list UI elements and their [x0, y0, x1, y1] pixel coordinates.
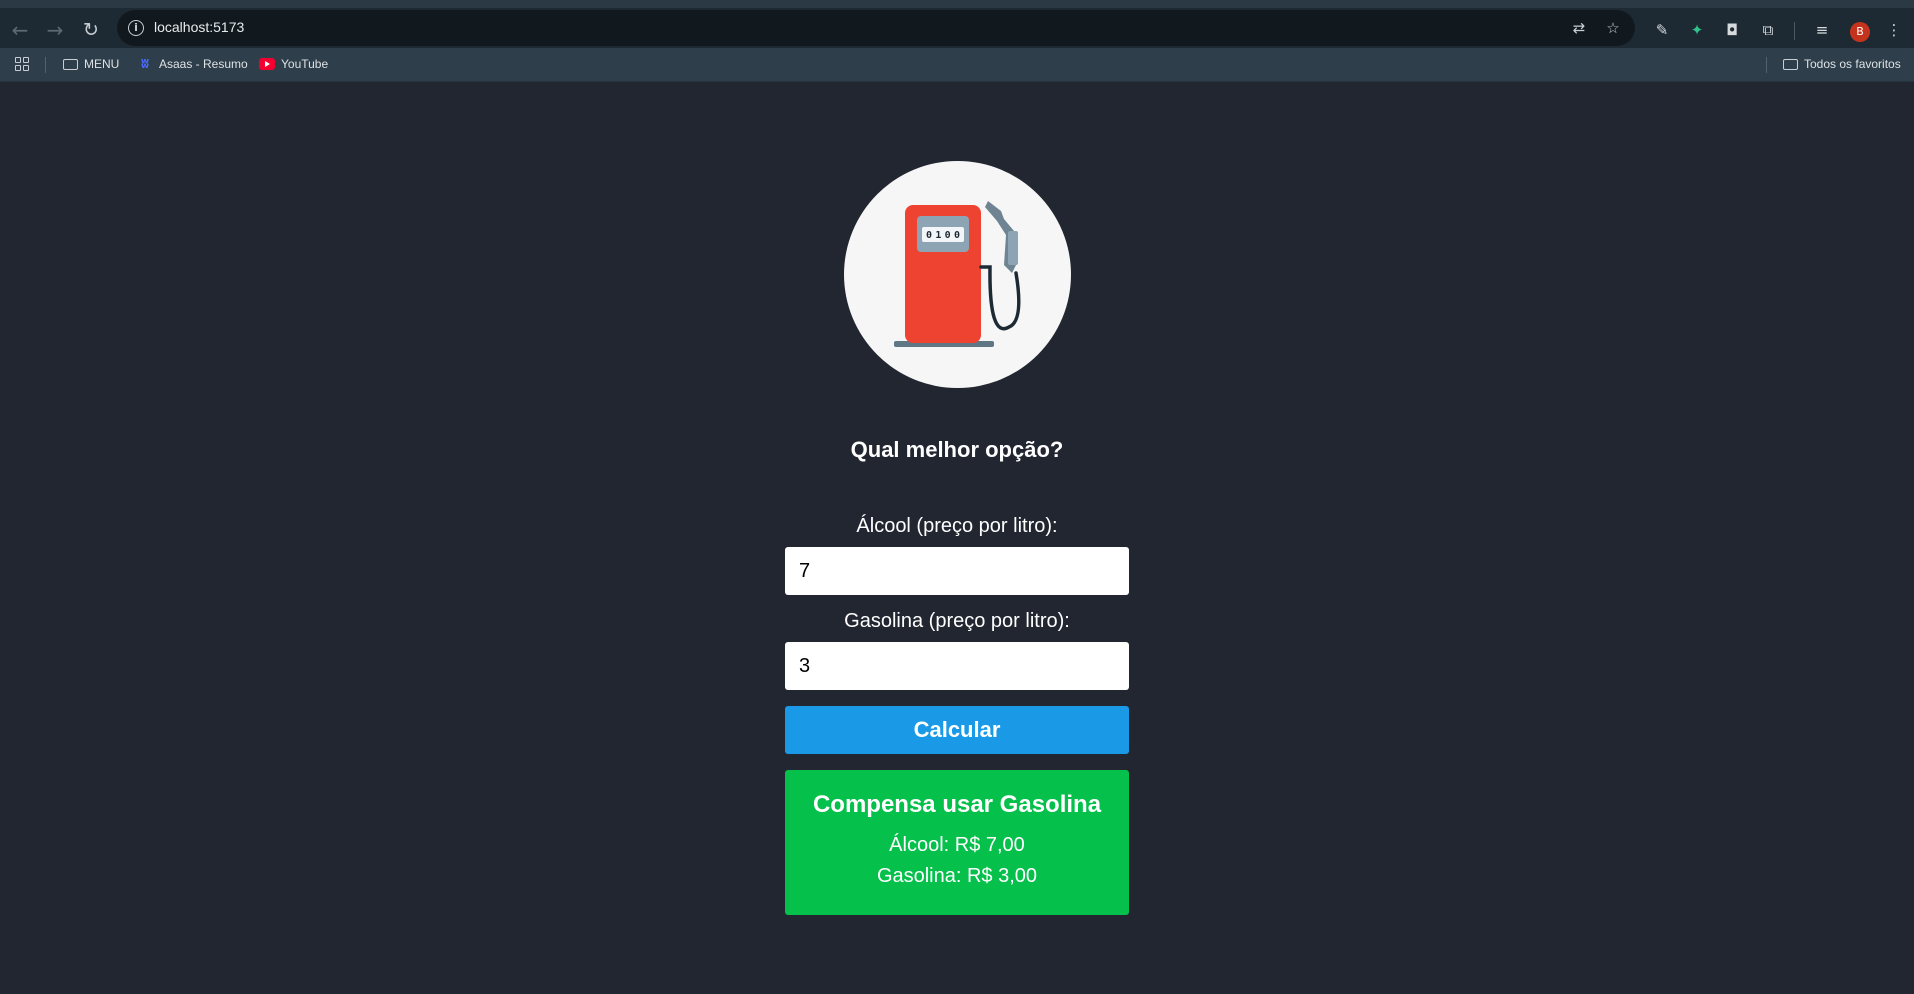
toolbar-divider	[1794, 22, 1795, 40]
app-container: 0100 Qual melhor opção? Álcool (preço po…	[0, 83, 1914, 994]
extension-icon[interactable]: ✦	[1687, 20, 1707, 40]
bookmarks-divider	[1766, 57, 1767, 73]
result-title: Compensa usar Gasolina	[812, 791, 1102, 818]
page-title: Qual melhor opção?	[850, 437, 1064, 462]
camera-icon[interactable]: ◘	[1722, 20, 1742, 40]
site-info-icon[interactable]: i	[128, 20, 144, 36]
bookmark-asaas[interactable]: ʬ Asaas - Resumo	[137, 56, 248, 72]
bookmarks-divider	[45, 57, 46, 73]
bookmark-youtube[interactable]: YouTube	[259, 57, 328, 71]
bookmark-menu[interactable]: MENU	[62, 57, 119, 71]
gas-pump-icon: 0100	[894, 201, 1021, 347]
logo: 0100	[844, 161, 1071, 388]
reading-list-icon[interactable]: ≡	[1812, 20, 1832, 40]
bookmark-label: Asaas - Resumo	[159, 57, 248, 71]
alcool-label: Álcool (preço por litro):	[856, 515, 1058, 537]
bookmark-label: MENU	[84, 57, 120, 71]
all-bookmarks-label: Todos os favoritos	[1804, 57, 1901, 71]
alcool-price-input[interactable]: 7	[785, 547, 1129, 595]
result-gasolina-price: Gasolina: R$ 3,00	[876, 865, 1038, 887]
result-box: Compensa usar Gasolina Álcool: R$ 7,00 G…	[785, 770, 1129, 915]
reload-icon[interactable]: ↻	[77, 16, 105, 44]
eyedropper-icon[interactable]: ✎	[1652, 20, 1672, 40]
forward-arrow-icon[interactable]: →	[41, 16, 69, 44]
folder-icon	[62, 57, 78, 71]
bookmarks-bar: MENU ʬ Asaas - Resumo YouTube Todos os f…	[0, 48, 1914, 82]
menu-dots-icon[interactable]: ⋮	[1884, 20, 1904, 40]
url-text[interactable]: localhost:5173	[154, 19, 244, 35]
asaas-logo-icon: ʬ	[140, 56, 150, 72]
profile-avatar[interactable]: B	[1850, 22, 1870, 42]
folder-icon	[1782, 57, 1798, 71]
result-alcool-price: Álcool: R$ 7,00	[889, 834, 1025, 856]
bookmark-label: YouTube	[281, 57, 329, 71]
youtube-icon	[259, 57, 275, 71]
browser-toolbar: ← → ↻ i localhost:5173 ⇄ ☆ ✎ ✦ ◘ ⧉ ≡ B ⋮	[0, 0, 1914, 48]
translate-icon[interactable]: ⇄	[1570, 19, 1588, 37]
address-bar[interactable]: i localhost:5173 ⇄ ☆	[117, 10, 1635, 46]
puzzle-icon[interactable]: ⧉	[1758, 20, 1778, 40]
all-bookmarks[interactable]: Todos os favoritos	[1782, 57, 1901, 71]
back-arrow-icon[interactable]: ←	[6, 16, 34, 44]
apps-grid-icon[interactable]	[14, 57, 30, 71]
gasolina-price-input[interactable]: 3	[785, 642, 1129, 690]
calculate-button[interactable]: Calcular	[785, 706, 1129, 754]
gasolina-label: Gasolina (preço por litro):	[844, 610, 1070, 632]
star-icon[interactable]: ☆	[1604, 19, 1622, 37]
